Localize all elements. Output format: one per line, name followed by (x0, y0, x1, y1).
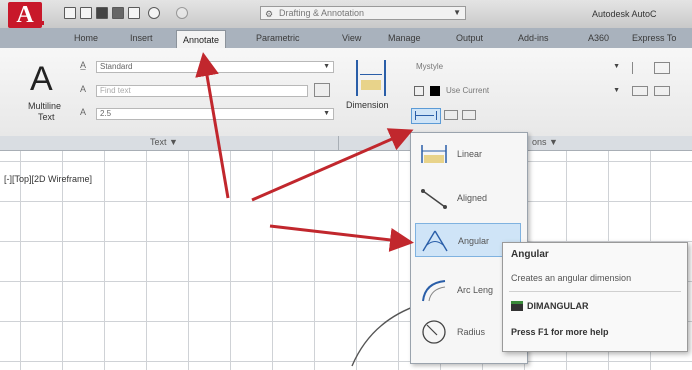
arrow-to-angular-item (269, 224, 414, 252)
arrow-to-linear-button (251, 128, 414, 202)
arrow-to-annotate-tab (195, 52, 230, 199)
annotation-arrows (195, 52, 414, 252)
